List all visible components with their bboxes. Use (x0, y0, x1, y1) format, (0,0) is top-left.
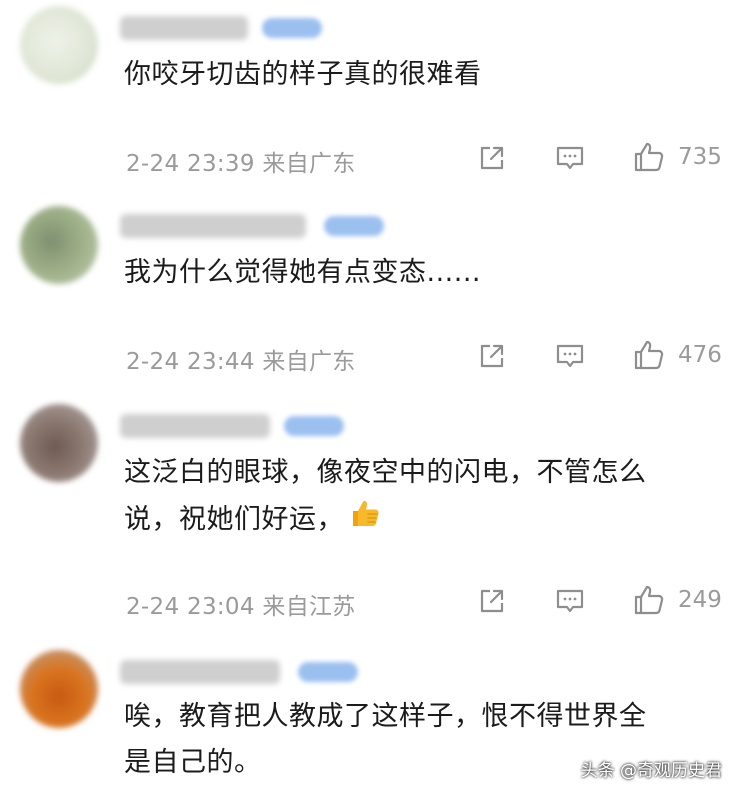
comment-text-line-2: 说，祝她们好运， (124, 504, 344, 535)
avatar[interactable] (20, 404, 98, 482)
comment-text-line: 唉，教育把人教成了这样子，恨不得世界全 (124, 701, 647, 732)
thumbs-up-icon[interactable] (632, 140, 666, 174)
comment-text-line: 说，祝她们好运， (124, 496, 724, 545)
user-badge (298, 662, 358, 682)
timestamp-location: 2-24 23:39 来自广东 (126, 151, 356, 177)
thumbs-up-icon[interactable] (632, 583, 666, 617)
share-icon[interactable] (476, 142, 508, 174)
comment-meta: 2-24 23:04 来自江苏 249 (126, 581, 726, 621)
watermark: 头条 @奇观历史君 (580, 761, 722, 781)
timestamp-location: 2-24 23:04 来自江苏 (126, 594, 356, 620)
like-count: 249 (678, 587, 722, 613)
thumbs-up-icon[interactable] (632, 338, 666, 372)
like-count: 735 (678, 144, 722, 170)
user-badge (262, 18, 322, 38)
share-icon[interactable] (476, 585, 508, 617)
user-badge (284, 416, 344, 436)
username-blurred[interactable] (120, 214, 306, 238)
like-count: 476 (678, 342, 722, 368)
comment-text: 你咬牙切齿的样子真的很难看 (124, 59, 482, 90)
username-blurred[interactable] (120, 660, 280, 684)
comment-meta: 2-24 23:44 来自广东 476 (126, 336, 726, 376)
share-icon[interactable] (476, 340, 508, 372)
username-blurred[interactable] (120, 414, 270, 438)
avatar[interactable] (20, 206, 98, 284)
comment-text: 我为什么觉得她有点变态...... (124, 257, 481, 288)
comment-icon[interactable] (554, 340, 586, 372)
comment-text: 这泛白的眼球，像夜空中的闪电，不管怎么 说，祝她们好运， (124, 450, 724, 545)
thumbs-up-emoji (348, 496, 382, 545)
comment-icon[interactable] (554, 142, 586, 174)
avatar[interactable] (20, 6, 98, 84)
comment-text-line: 这泛白的眼球，像夜空中的闪电，不管怎么 (124, 457, 647, 488)
timestamp-location: 2-24 23:44 来自广东 (126, 349, 356, 375)
comment-icon[interactable] (554, 585, 586, 617)
avatar[interactable] (20, 650, 98, 728)
user-badge (324, 216, 384, 236)
comment-meta: 2-24 23:39 来自广东 735 (126, 138, 726, 178)
username-blurred[interactable] (120, 16, 248, 40)
